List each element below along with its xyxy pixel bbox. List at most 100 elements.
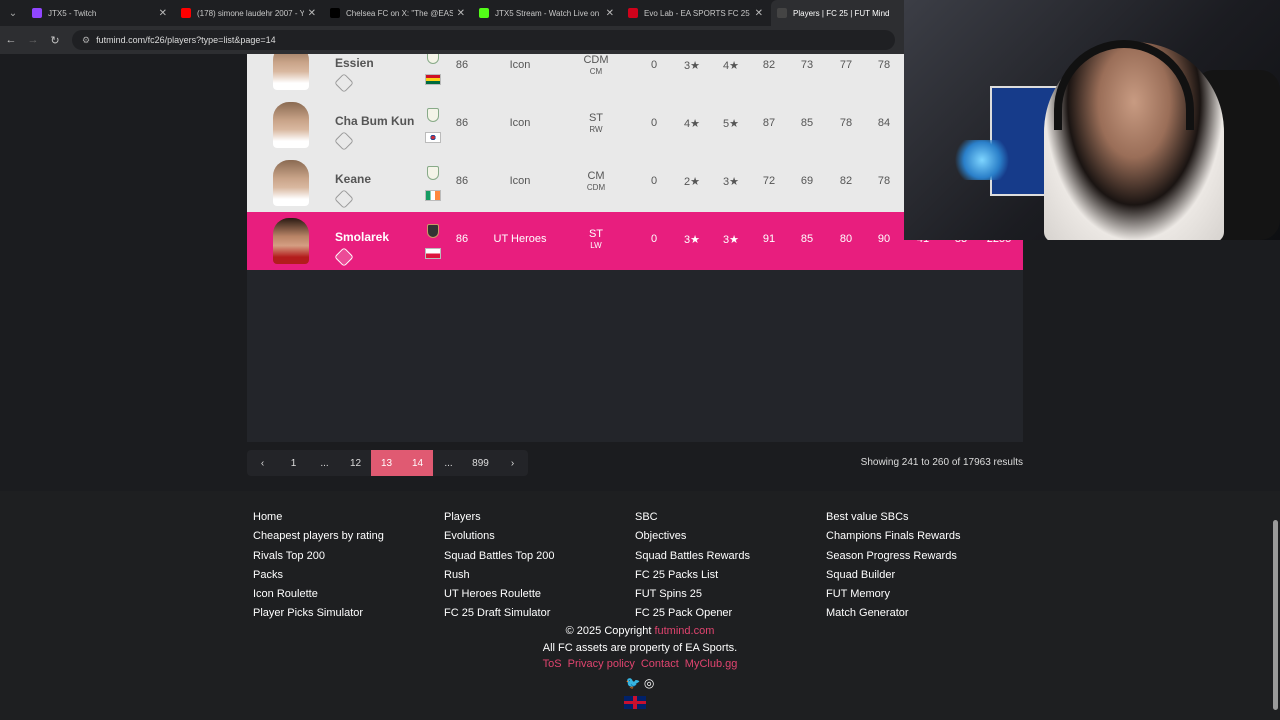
close-tab-icon[interactable]: ✕ bbox=[159, 8, 167, 19]
footer-column-2: Players Evolutions Squad Battles Top 200 Ru… bbox=[444, 508, 555, 624]
social-links: 🐦 ◎ bbox=[0, 676, 1280, 690]
club-badge-icon bbox=[427, 54, 439, 64]
footer-link[interactable]: Cheapest players by rating bbox=[253, 527, 384, 546]
player-pac: 72 bbox=[762, 175, 776, 187]
footer-link[interactable]: FUT Memory bbox=[826, 585, 961, 604]
prev-page-icon[interactable]: ‹ bbox=[247, 450, 278, 476]
footer-column-1: Home Cheapest players by rating Rivals Top… bbox=[253, 508, 384, 624]
page-button[interactable]: 12 bbox=[340, 450, 371, 476]
footer-link[interactable]: Home bbox=[253, 508, 384, 527]
site-link[interactable]: futmind.com bbox=[654, 625, 714, 637]
footer-link[interactable]: FUT Spins 25 bbox=[635, 585, 750, 604]
twitter-icon[interactable]: 🐦 bbox=[626, 676, 641, 690]
footer-link[interactable]: Season Progress Rewards bbox=[826, 547, 961, 566]
browser-tab[interactable]: Chelsea FC on X: "The @EASpo ✕ bbox=[324, 0, 473, 26]
footer-link[interactable]: Objectives bbox=[635, 527, 750, 546]
player-dri: 78 bbox=[877, 59, 891, 71]
player-pas: 77 bbox=[839, 59, 853, 71]
legal-link[interactable]: MyClub.gg bbox=[685, 658, 738, 670]
rarity-badge-icon bbox=[334, 73, 354, 93]
footer-link[interactable]: Match Generator bbox=[826, 604, 961, 623]
page-button[interactable]: 14 bbox=[402, 450, 433, 476]
nation-flag-icon bbox=[425, 74, 441, 85]
position-main: CDM bbox=[583, 54, 609, 66]
player-rating: 86 bbox=[455, 59, 469, 71]
footer-link[interactable]: Squad Builder bbox=[826, 566, 961, 585]
url-field[interactable]: ⚙ futmind.com/fc26/players?type=list&pag… bbox=[72, 30, 895, 50]
footer-link[interactable]: Squad Battles Top 200 bbox=[444, 547, 555, 566]
footer-link[interactable]: Squad Battles Rewards bbox=[635, 547, 750, 566]
next-page-icon[interactable]: › bbox=[497, 450, 528, 476]
page-button[interactable]: 1 bbox=[278, 450, 309, 476]
browser-tab[interactable]: JTX5 - Twitch ✕ bbox=[26, 0, 175, 26]
streamer-webcam-overlay bbox=[904, 0, 1280, 240]
footer-link[interactable]: FC 25 Draft Simulator bbox=[444, 604, 555, 623]
back-arrow-icon[interactable]: ← bbox=[0, 26, 22, 54]
page-scrollbar[interactable] bbox=[1273, 520, 1278, 710]
player-skill: 2★ bbox=[684, 176, 700, 188]
player-name[interactable]: Cha Bum Kun bbox=[335, 114, 414, 128]
browser-tab[interactable]: Evo Lab - EA SPORTS FC 25 - Fu ✕ bbox=[622, 0, 771, 26]
player-dri: 90 bbox=[877, 233, 891, 245]
player-weak: 4★ bbox=[723, 60, 739, 72]
player-sho: 85 bbox=[800, 117, 814, 129]
footer-link[interactable]: Players bbox=[444, 508, 555, 527]
footer-link[interactable]: Icon Roulette bbox=[253, 585, 384, 604]
player-pac: 87 bbox=[762, 117, 776, 129]
footer: Home Cheapest players by rating Rivals Top… bbox=[0, 491, 1280, 720]
player-pac: 91 bbox=[762, 233, 776, 245]
footer-link[interactable]: Best value SBCs bbox=[826, 508, 961, 527]
footer-link[interactable]: SBC bbox=[635, 508, 750, 527]
pagination: ‹ 1... 12 13 14... 899 › bbox=[247, 450, 528, 476]
club-badge-icon bbox=[427, 108, 439, 122]
footer-link[interactable]: UT Heroes Roulette bbox=[444, 585, 555, 604]
tab-search-chevron-icon[interactable]: ⌄ bbox=[0, 0, 26, 26]
tab-title: JTX5 - Twitch bbox=[48, 8, 97, 18]
browser-tab[interactable]: Players | FC 25 | FUT Mind✕ bbox=[771, 0, 920, 26]
close-tab-icon[interactable]: ✕ bbox=[755, 8, 763, 19]
footer-link[interactable]: Rivals Top 200 bbox=[253, 547, 384, 566]
player-name[interactable]: Smolarek bbox=[335, 230, 389, 244]
browser-tab[interactable]: (178) simone laudehr 2007 - Yo ✕ bbox=[175, 0, 324, 26]
close-tab-icon[interactable]: ✕ bbox=[606, 8, 614, 19]
player-rating: 86 bbox=[455, 175, 469, 187]
player-pas: 82 bbox=[839, 175, 853, 187]
player-name[interactable]: Keane bbox=[335, 172, 371, 186]
nation-flag-icon bbox=[425, 248, 441, 259]
footer-column-3: SBC Objectives Squad Battles Rewards FC 25 … bbox=[635, 508, 750, 624]
player-dri: 84 bbox=[877, 117, 891, 129]
legal-link[interactable]: ToS bbox=[543, 658, 562, 670]
footer-link[interactable]: FC 25 Pack Opener bbox=[635, 604, 750, 623]
close-tab-icon[interactable]: ✕ bbox=[308, 8, 316, 19]
club-badge-icon bbox=[427, 166, 439, 180]
footer-link[interactable]: Evolutions bbox=[444, 527, 555, 546]
reload-icon[interactable]: ↻ bbox=[44, 26, 66, 54]
footer-column-4: Best value SBCs Champions Finals Rewards S… bbox=[826, 508, 961, 624]
footer-link[interactable]: Champions Finals Rewards bbox=[826, 527, 961, 546]
player-photo bbox=[273, 160, 309, 206]
site-settings-icon[interactable]: ⚙ bbox=[82, 35, 90, 46]
footer-link[interactable]: Player Picks Simulator bbox=[253, 604, 384, 623]
player-sho: 73 bbox=[800, 59, 814, 71]
instagram-icon[interactable]: ◎ bbox=[644, 676, 654, 690]
forward-arrow-icon[interactable]: → bbox=[22, 26, 44, 54]
footer-link[interactable]: Rush bbox=[444, 566, 555, 585]
player-skill: 3★ bbox=[684, 60, 700, 72]
close-tab-icon[interactable]: ✕ bbox=[457, 8, 465, 19]
rarity-badge-icon bbox=[334, 189, 354, 209]
player-skill: 4★ bbox=[684, 118, 700, 130]
browser-tab[interactable]: JTX5 Stream - Watch Live on Ki ✕ bbox=[473, 0, 622, 26]
uk-flag-icon[interactable] bbox=[624, 696, 646, 709]
legal-link[interactable]: Contact bbox=[641, 658, 679, 670]
footer-link[interactable]: Packs bbox=[253, 566, 384, 585]
tab-title: JTX5 Stream - Watch Live on Ki bbox=[495, 8, 602, 18]
player-name[interactable]: Essien bbox=[335, 56, 374, 70]
legal-link[interactable]: Privacy policy bbox=[568, 658, 635, 670]
player-photo bbox=[273, 218, 309, 264]
page-button[interactable]: 13 bbox=[371, 450, 402, 476]
page-button[interactable]: 899 bbox=[464, 450, 497, 476]
player-version: UT Heroes bbox=[493, 233, 547, 245]
player-version: Icon bbox=[509, 117, 531, 129]
tab-title: Chelsea FC on X: "The @EASpo bbox=[346, 8, 453, 18]
footer-link[interactable]: FC 25 Packs List bbox=[635, 566, 750, 585]
